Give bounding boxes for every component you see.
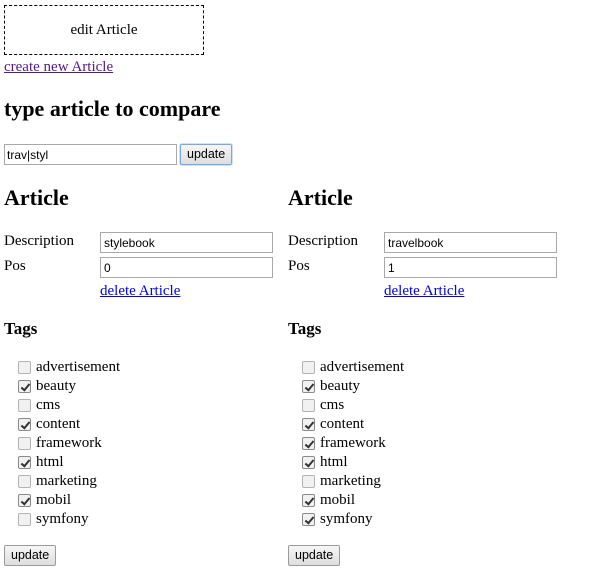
tag-checkbox[interactable]	[18, 475, 31, 488]
tag-item: advertisement	[302, 358, 404, 377]
tag-checkbox[interactable]	[302, 380, 315, 393]
tag-checkbox[interactable]	[302, 513, 315, 526]
description-field[interactable]	[100, 232, 273, 253]
pos-label: Pos	[288, 258, 310, 274]
tag-checkbox[interactable]	[302, 437, 315, 450]
tag-label: content	[36, 416, 81, 432]
tag-label: beauty	[36, 378, 76, 394]
tags-heading: Tags	[4, 319, 38, 338]
tag-checkbox[interactable]	[302, 456, 315, 469]
article-column: Article Description Pos delete Article T…	[4, 0, 289, 571]
tag-checkbox[interactable]	[18, 437, 31, 450]
tag-item: framework	[18, 434, 120, 453]
delete-article-link[interactable]: delete Article	[384, 283, 464, 300]
tag-label: mobil	[320, 492, 356, 508]
tag-item: cms	[302, 396, 404, 415]
tag-checkbox[interactable]	[18, 456, 31, 469]
tag-item: content	[302, 415, 404, 434]
tag-list: advertisement beauty cms content framework ht…	[302, 358, 404, 529]
tag-label: advertisement	[320, 359, 405, 375]
tag-checkbox[interactable]	[302, 418, 315, 431]
tag-item: beauty	[302, 377, 404, 396]
tag-label: advertisement	[36, 359, 121, 375]
tag-item: marketing	[302, 472, 404, 491]
article-update-button[interactable]: update	[4, 545, 57, 566]
tag-label: symfony	[36, 511, 89, 527]
tag-item: cms	[18, 396, 120, 415]
tag-checkbox[interactable]	[18, 494, 31, 507]
tag-checkbox[interactable]	[18, 361, 31, 374]
description-label: Description	[288, 233, 358, 249]
tag-checkbox[interactable]	[18, 418, 31, 431]
article-update-button[interactable]: update	[288, 545, 341, 566]
pos-field[interactable]	[100, 257, 273, 278]
pos-label: Pos	[4, 258, 26, 274]
tag-item: html	[302, 453, 404, 472]
description-label: Description	[4, 233, 74, 249]
tag-item: symfony	[302, 510, 404, 529]
tags-heading: Tags	[288, 319, 322, 338]
description-field[interactable]	[384, 232, 557, 253]
tag-item: content	[18, 415, 120, 434]
tag-label: symfony	[320, 511, 373, 527]
tag-label: content	[320, 416, 365, 432]
article-column: Article Description Pos delete Article T…	[288, 0, 573, 571]
tag-checkbox[interactable]	[302, 361, 315, 374]
article-title: Article	[4, 185, 69, 210]
tag-label: marketing	[36, 473, 97, 489]
tag-checkbox[interactable]	[18, 380, 31, 393]
tag-item: mobil	[18, 491, 120, 510]
tag-label: cms	[320, 397, 345, 413]
tag-label: framework	[320, 435, 386, 451]
pos-field[interactable]	[384, 257, 557, 278]
tag-label: marketing	[320, 473, 381, 489]
tag-label: cms	[36, 397, 61, 413]
tag-label: beauty	[320, 378, 360, 394]
tag-item: mobil	[302, 491, 404, 510]
tag-checkbox[interactable]	[302, 494, 315, 507]
tag-checkbox[interactable]	[18, 513, 31, 526]
tag-item: html	[18, 453, 120, 472]
tag-checkbox[interactable]	[302, 399, 315, 412]
article-title: Article	[288, 185, 353, 210]
tag-checkbox[interactable]	[302, 475, 315, 488]
tag-item: advertisement	[18, 358, 120, 377]
tag-item: marketing	[18, 472, 120, 491]
tag-checkbox[interactable]	[18, 399, 31, 412]
tag-list: advertisement beauty cms content framework ht…	[18, 358, 120, 529]
tag-label: mobil	[36, 492, 72, 508]
tag-item: beauty	[18, 377, 120, 396]
tag-label: framework	[36, 435, 102, 451]
delete-article-link[interactable]: delete Article	[100, 283, 180, 300]
tag-item: symfony	[18, 510, 120, 529]
tag-item: framework	[302, 434, 404, 453]
tag-label: html	[36, 454, 64, 470]
tag-label: html	[320, 454, 348, 470]
